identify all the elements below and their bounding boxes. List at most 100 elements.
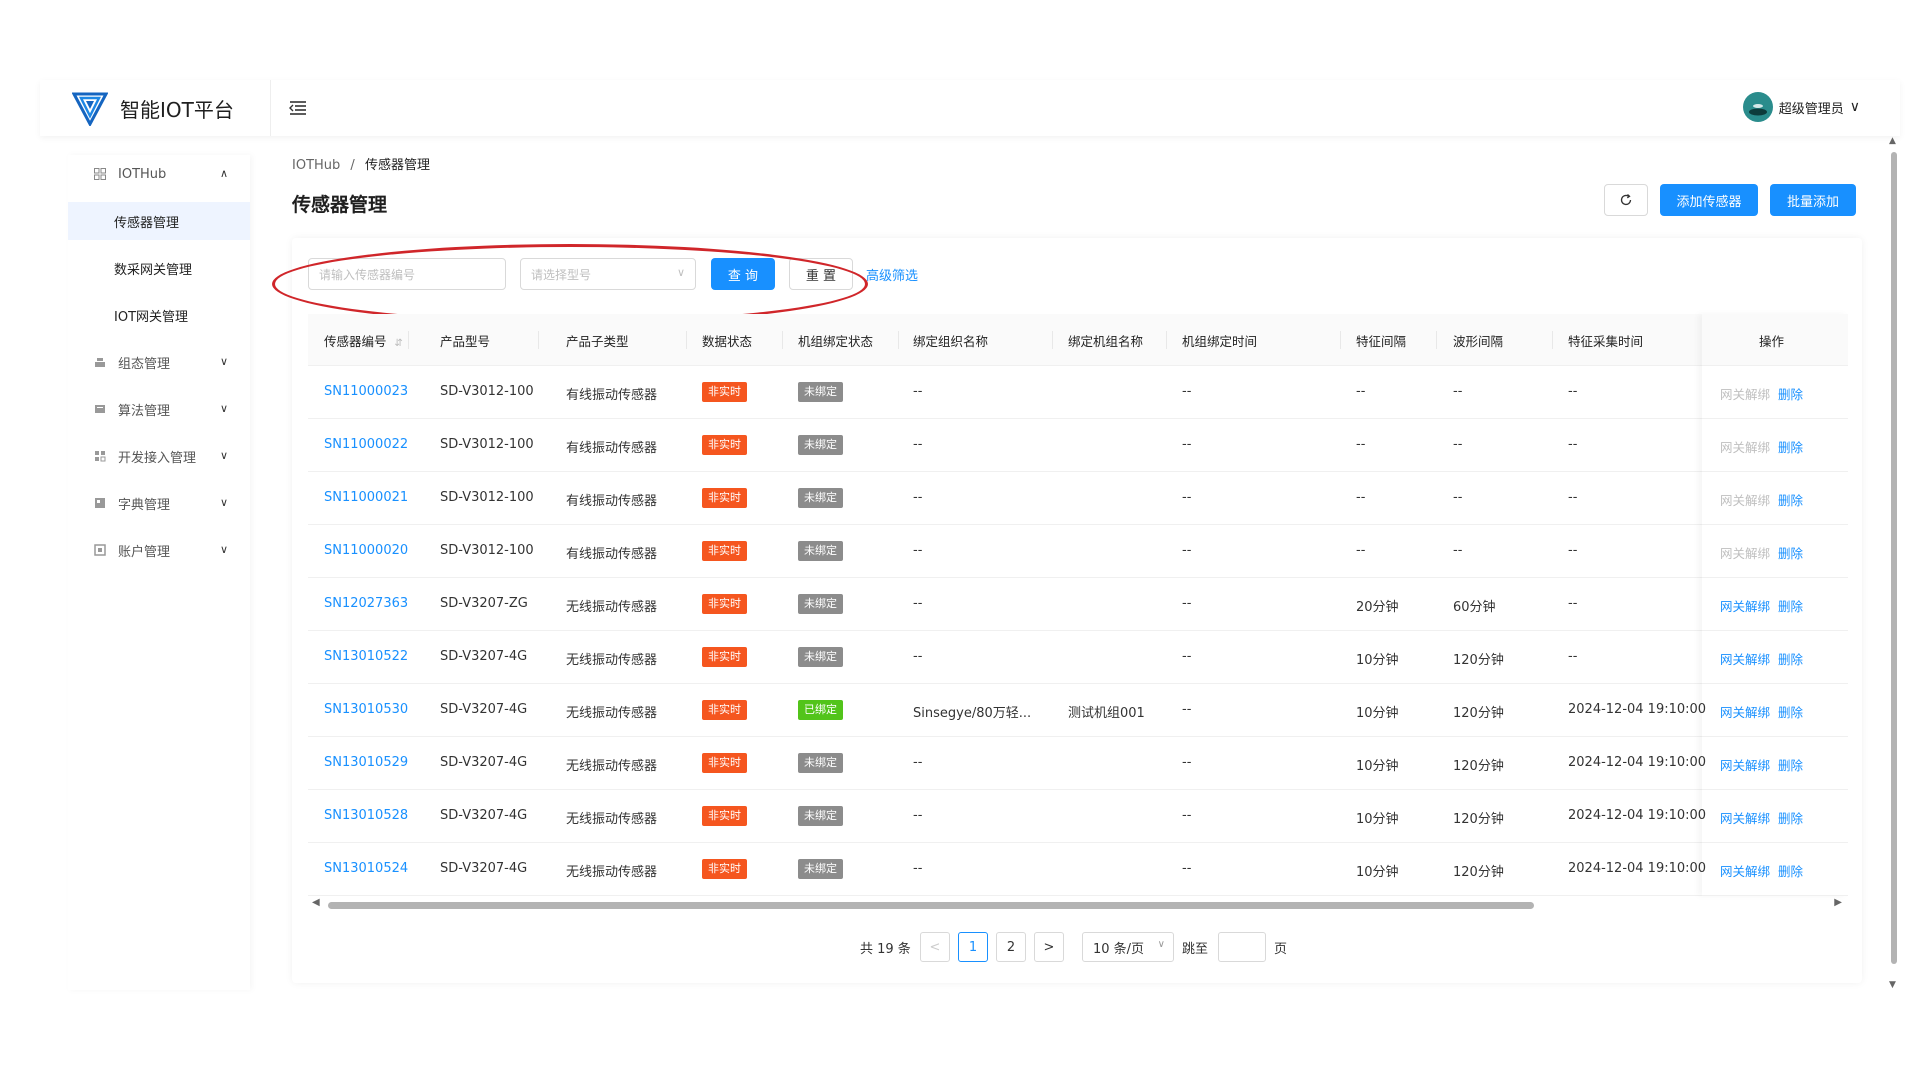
refresh-button[interactable]	[1604, 184, 1648, 216]
cell-subtype: 无线振动传感器	[566, 865, 658, 880]
page-size-select[interactable]: 10 条/页 ∨	[1082, 932, 1174, 962]
delete-link[interactable]: 删除	[1778, 702, 1803, 721]
sidebar-item-label: 算法管理	[118, 403, 171, 419]
cell-wave-interval: 60分钟	[1453, 600, 1496, 615]
scroll-right-icon[interactable]: ▶	[1834, 897, 1842, 908]
sensor-number-link[interactable]: SN13010528	[324, 808, 408, 823]
delete-link[interactable]: 删除	[1778, 861, 1803, 880]
cell-feature-time: --	[1568, 543, 1578, 558]
add-sensor-button[interactable]: 添加传感器	[1660, 184, 1758, 216]
cell-subtype: 无线振动传感器	[566, 759, 658, 774]
cell-subtype: 有线振动传感器	[566, 494, 658, 509]
delete-link[interactable]: 删除	[1778, 490, 1803, 509]
scroll-up-icon[interactable]: ▲	[1889, 136, 1896, 146]
cell-model: SD-V3207-ZG	[440, 596, 528, 611]
sidebar-item-iot-gateway-management[interactable]: IOT网关管理	[68, 296, 250, 334]
sidebar-item-account[interactable]: 账户管理 ∨	[68, 531, 250, 569]
model-select[interactable]: 请选择型号 ∨	[520, 258, 696, 290]
delete-link[interactable]: 删除	[1778, 649, 1803, 668]
bind-status-badge: 未绑定	[798, 647, 843, 667]
model-select-placeholder: 请选择型号	[531, 267, 592, 282]
breadcrumb-root[interactable]: IOTHub	[292, 158, 340, 173]
reset-button[interactable]: 重 置	[789, 258, 853, 290]
sensor-number-link[interactable]: SN13010522	[324, 649, 408, 664]
chevron-down-icon[interactable]: ∨	[1850, 99, 1860, 115]
gateway-unbind-link[interactable]: 网关解绑	[1720, 808, 1770, 827]
col-divider	[408, 331, 409, 349]
data-status-badge: 非实时	[702, 488, 747, 508]
sidebar-item-gateway-management[interactable]: 数采网关管理	[68, 249, 250, 287]
col-divider	[686, 331, 687, 349]
chevron-down-icon: ∨	[1157, 939, 1165, 950]
menu-collapse-icon[interactable]	[286, 96, 310, 120]
gateway-unbind-link[interactable]: 网关解绑	[1720, 543, 1770, 562]
advanced-filter-link[interactable]: 高级筛选	[866, 265, 918, 284]
cell-org-name: --	[913, 808, 923, 823]
sidebar-item-dictionary[interactable]: 字典管理 ∨	[68, 484, 250, 522]
page-suffix-label: 页	[1274, 942, 1288, 957]
cell-subtype: 有线振动传感器	[566, 388, 658, 403]
horizontal-scroll-thumb[interactable]	[328, 902, 1534, 909]
delete-link[interactable]: 删除	[1778, 808, 1803, 827]
sidebar-item-sensor-management[interactable]: 传感器管理	[68, 202, 250, 240]
gateway-unbind-link[interactable]: 网关解绑	[1720, 649, 1770, 668]
col-sensor-no[interactable]: 传感器编号 ⇵	[324, 331, 403, 350]
cell-bind-time: --	[1182, 702, 1192, 717]
delete-link[interactable]: 删除	[1778, 755, 1803, 774]
cell-wave-interval: 120分钟	[1453, 759, 1504, 774]
sensor-number-link[interactable]: SN13010530	[324, 702, 408, 717]
sensor-number-link[interactable]: SN13010524	[324, 861, 408, 876]
sort-icon[interactable]: ⇵	[395, 338, 403, 349]
vertical-scroll-thumb[interactable]	[1891, 152, 1897, 964]
sidebar-item-config[interactable]: 组态管理 ∨	[68, 343, 250, 381]
delete-link[interactable]: 删除	[1778, 437, 1803, 456]
col-divider	[1552, 331, 1553, 349]
gateway-unbind-link[interactable]: 网关解绑	[1720, 702, 1770, 721]
col-actions: 操作	[1759, 334, 1785, 349]
vertical-scrollbar[interactable]: ▲ ▼	[1888, 136, 1900, 990]
page-button-1[interactable]: 1	[958, 932, 988, 962]
delete-link[interactable]: 删除	[1778, 384, 1803, 403]
col-unit-name: 绑定机组名称	[1068, 334, 1144, 349]
sidebar-item-dev-access[interactable]: 开发接入管理 ∨	[68, 437, 250, 475]
table-row: SN12027363 SD-V3207-ZG 无线振动传感器 -- -- 20分钟 60分钟…	[308, 578, 1848, 631]
jump-page-input[interactable]	[1218, 932, 1266, 962]
sensor-number-link[interactable]: SN11000023	[324, 384, 408, 399]
query-button[interactable]: 查 询	[711, 258, 775, 290]
sensor-number-placeholder: 请输入传感器编号	[319, 267, 416, 282]
horizontal-scrollbar[interactable]: ◀ ▶	[312, 897, 1842, 910]
bind-status-badge: 未绑定	[798, 594, 843, 614]
gateway-unbind-link[interactable]: 网关解绑	[1720, 437, 1770, 456]
col-divider	[1166, 331, 1167, 349]
col-bind-time: 机组绑定时间	[1182, 334, 1258, 349]
page-button-2[interactable]: 2	[996, 932, 1026, 962]
sidebar-group-iothub[interactable]: IOTHub ∧	[68, 155, 250, 193]
prev-page-button[interactable]: <	[920, 932, 950, 962]
gateway-unbind-link[interactable]: 网关解绑	[1720, 384, 1770, 403]
cell-wave-interval: 120分钟	[1453, 706, 1504, 721]
scroll-left-icon[interactable]: ◀	[312, 897, 320, 908]
sensor-number-link[interactable]: SN11000020	[324, 543, 408, 558]
sidebar-item-algorithm[interactable]: 算法管理 ∨	[68, 390, 250, 428]
batch-add-button[interactable]: 批量添加	[1770, 184, 1856, 216]
app-title: 智能IOT平台	[120, 97, 234, 122]
sensor-number-input[interactable]: 请输入传感器编号	[308, 258, 506, 290]
col-label: 传感器编号	[324, 334, 387, 349]
sensor-number-link[interactable]: SN13010529	[324, 755, 408, 770]
delete-link[interactable]: 删除	[1778, 596, 1803, 615]
gateway-unbind-link[interactable]: 网关解绑	[1720, 755, 1770, 774]
sensor-number-link[interactable]: SN11000022	[324, 437, 408, 452]
col-divider	[898, 331, 899, 349]
col-org-name: 绑定组织名称	[913, 334, 989, 349]
gateway-unbind-link[interactable]: 网关解绑	[1720, 490, 1770, 509]
sensor-number-link[interactable]: SN12027363	[324, 596, 408, 611]
scroll-down-icon[interactable]: ▼	[1889, 980, 1896, 990]
sidebar-item-label: 数采网关管理	[114, 262, 193, 278]
gateway-unbind-link[interactable]: 网关解绑	[1720, 596, 1770, 615]
app-logo[interactable]: 智能IOT平台	[72, 86, 234, 130]
next-page-button[interactable]: >	[1034, 932, 1064, 962]
gateway-unbind-link[interactable]: 网关解绑	[1720, 861, 1770, 880]
delete-link[interactable]: 删除	[1778, 543, 1803, 562]
sensor-number-link[interactable]: SN11000021	[324, 490, 408, 505]
user-menu[interactable]: 超级管理员 ∨	[1742, 92, 1860, 122]
